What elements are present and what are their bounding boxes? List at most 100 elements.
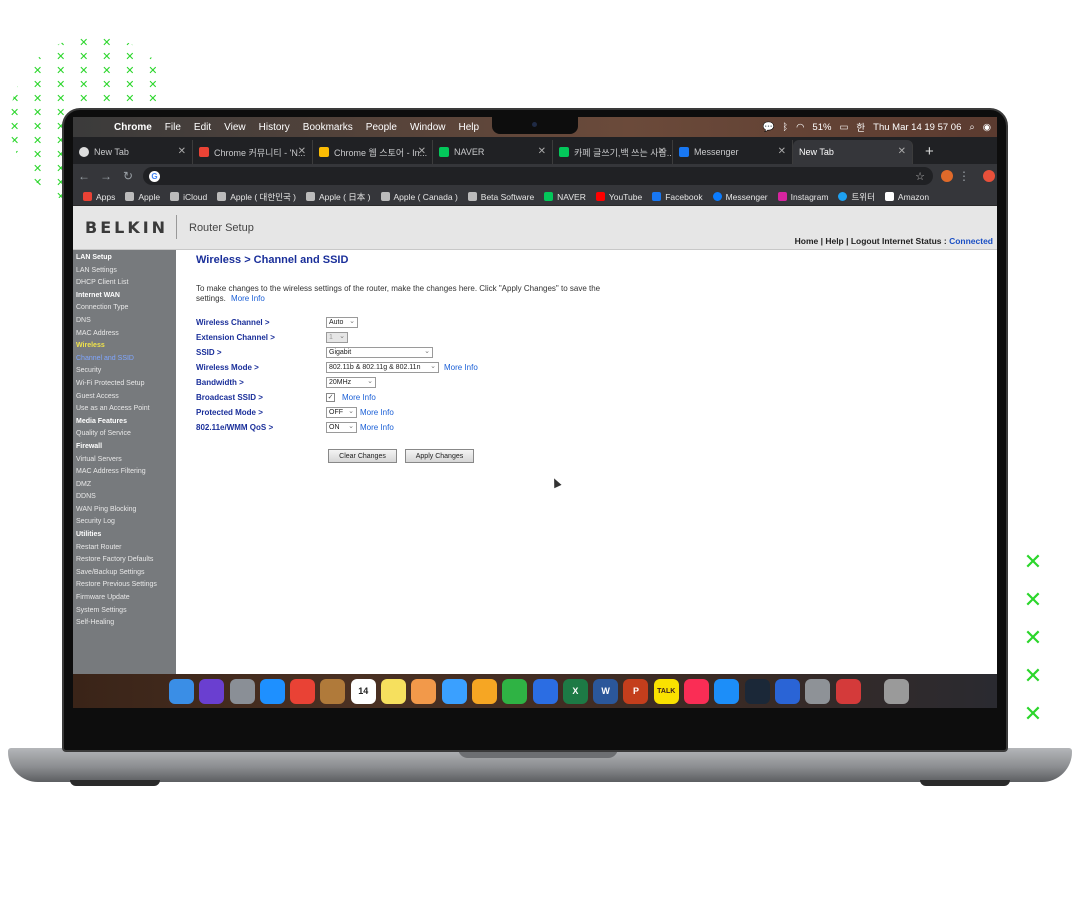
sidebar-item-utilities[interactable]: Utilities (73, 529, 176, 542)
sidebar-item-internet-wan[interactable]: Internet WAN (73, 290, 176, 303)
battery-icon[interactable]: ▭ (839, 122, 848, 133)
sidebar-item-dhcp-client-list[interactable]: DHCP Client List (73, 277, 176, 290)
sidebar-item-channel-and-ssid[interactable]: Channel and SSID (73, 353, 176, 366)
numbers-icon[interactable] (502, 678, 528, 704)
control-center-icon[interactable]: ◉ (983, 122, 991, 133)
menu-bookmarks[interactable]: Bookmarks (303, 122, 353, 133)
tab-chrome-web-store[interactable]: Chrome 웹 스토어 - In... ✕ (313, 140, 433, 164)
extension-icon[interactable] (941, 170, 953, 182)
parallels-icon[interactable] (835, 678, 861, 704)
sidebar-item-restart-router[interactable]: Restart Router (73, 542, 176, 555)
menu-file[interactable]: File (165, 122, 181, 133)
app-store-icon[interactable] (714, 678, 740, 704)
bookmark-star-icon[interactable]: ☆ (915, 170, 925, 183)
sidebar-item-mac-address-filtering[interactable]: MAC Address Filtering (73, 466, 176, 479)
bookmark-instagram[interactable]: Instagram (777, 192, 828, 202)
close-tab-icon[interactable]: ✕ (658, 146, 666, 157)
sidebar-item-save-backup-settings[interactable]: Save/Backup Settings (73, 567, 176, 580)
bookmark-youtube[interactable]: YouTube (595, 192, 642, 202)
close-tab-icon[interactable]: ✕ (538, 146, 546, 157)
sidebar-item-firmware-update[interactable]: Firmware Update (73, 592, 176, 605)
powerpoint-icon[interactable]: P (623, 678, 649, 704)
notes-icon[interactable] (381, 678, 407, 704)
menu-history[interactable]: History (259, 122, 290, 133)
sidebar-item-restore-previous-settings[interactable]: Restore Previous Settings (73, 579, 176, 592)
bookmark-twitter[interactable]: 트위터 (838, 191, 875, 203)
wireless-mode-select[interactable]: 802.11b & 802.11g & 802.11n ⌄ (326, 361, 439, 373)
steam-icon[interactable] (744, 678, 770, 704)
menu-window[interactable]: Window (410, 122, 446, 133)
system-preferences-icon[interactable] (805, 678, 831, 704)
sidebar-item-firewall[interactable]: Firewall (73, 441, 176, 454)
sidebar-item-lan-setup[interactable]: LAN Setup (73, 252, 176, 265)
sidebar-item-dmz[interactable]: DMZ (73, 479, 176, 492)
tab-new-tab-1[interactable]: New Tab ✕ (73, 140, 193, 164)
header-nav-links[interactable]: Home | Help | Logout Internet Status : (795, 236, 947, 246)
finder-icon[interactable] (169, 678, 194, 704)
kakaotalk-icon[interactable]: TALK (653, 678, 679, 704)
launchpad-icon[interactable] (229, 678, 255, 704)
sidebar-item-mac-address[interactable]: MAC Address (73, 328, 176, 341)
close-tab-icon[interactable]: ✕ (298, 146, 306, 157)
xcode-icon[interactable] (774, 678, 800, 704)
broadcast-ssid-more-info-link[interactable]: More Info (342, 393, 376, 402)
belkin-logo[interactable]: BELKIN (85, 218, 168, 237)
sidebar-item-virtual-servers[interactable]: Virtual Servers (73, 454, 176, 467)
messages-icon[interactable] (441, 678, 467, 704)
bandwidth-select[interactable]: 20MHz ⌄ (326, 376, 376, 388)
close-tab-icon[interactable]: ✕ (898, 146, 906, 157)
sidebar-item-wan-ping-blocking[interactable]: WAN Ping Blocking (73, 504, 176, 517)
extension-channel-select[interactable]: 1 ⌄ (326, 331, 348, 343)
menu-kebab-icon[interactable]: ⋮ (953, 169, 975, 183)
sidebar-item-self-healing[interactable]: Self-Healing (73, 617, 176, 630)
wireless-mode-more-info-link[interactable]: More Info (444, 363, 478, 372)
sidebar-item-lan-settings[interactable]: LAN Settings (73, 265, 176, 278)
menu-edit[interactable]: Edit (194, 122, 211, 133)
tab-naver[interactable]: NAVER ✕ (433, 140, 553, 164)
reload-icon[interactable]: ↻ (117, 169, 139, 183)
bookmark-facebook[interactable]: Facebook (652, 192, 703, 202)
sidebar-item-guest-access[interactable]: Guest Access (73, 391, 176, 404)
photos-icon[interactable] (411, 678, 437, 704)
safari-icon[interactable] (259, 678, 285, 704)
spotlight-search-icon[interactable]: ⌕ (969, 122, 974, 133)
sidebar-item-security-log[interactable]: Security Log (73, 516, 176, 529)
excel-icon[interactable]: X (562, 678, 588, 704)
tab-messenger[interactable]: Messenger ✕ (673, 140, 793, 164)
wifi-icon[interactable]: ◠ (796, 122, 804, 133)
close-tab-icon[interactable]: ✕ (418, 146, 426, 157)
forward-icon[interactable]: → (95, 169, 117, 183)
sidebar-item-security[interactable]: Security (73, 365, 176, 378)
tab-chrome-community[interactable]: Chrome 커뮤니티 - 'N... ✕ (193, 140, 313, 164)
new-tab-plus-icon[interactable]: + (925, 143, 934, 160)
tab-new-tab-active[interactable]: New Tab ✕ (793, 140, 913, 164)
siri-icon[interactable] (199, 678, 225, 704)
wmm-qos-more-info-link[interactable]: More Info (360, 423, 394, 432)
word-icon[interactable]: W (593, 678, 619, 704)
sidebar-item-connection-type[interactable]: Connection Type (73, 302, 176, 315)
profile-extension-icon[interactable] (983, 170, 995, 182)
keynote-icon[interactable] (532, 678, 558, 704)
wmm-qos-select[interactable]: ON ⌄ (326, 421, 357, 433)
bookmark-apple[interactable]: Apple (125, 192, 160, 202)
bookmark-beta-software[interactable]: Beta Software (467, 192, 534, 202)
sidebar-item-wi-fi-protected-setup[interactable]: Wi-Fi Protected Setup (73, 378, 176, 391)
chat-bubble-icon[interactable]: 💬 (763, 122, 775, 133)
notebook-icon[interactable] (320, 678, 346, 704)
input-source-icon[interactable]: 한 (856, 120, 865, 134)
ssid-input[interactable]: Gigabit ⌄ (326, 346, 433, 358)
pages-icon[interactable] (471, 678, 497, 704)
clear-changes-button[interactable]: Clear Changes (328, 449, 397, 463)
sidebar-item-use-as-an-access-point[interactable]: Use as an Access Point (73, 403, 176, 416)
bookmark-apple-canada[interactable]: Apple ( Canada ) (380, 192, 458, 202)
chrome-icon[interactable] (290, 678, 316, 704)
clock[interactable]: Thu Mar 14 19 57 06 (873, 122, 961, 133)
intro-more-info-link[interactable]: More Info (231, 294, 265, 303)
bookmark-apple-japan[interactable]: Apple ( 日本 ) (306, 191, 371, 203)
close-tab-icon[interactable]: ✕ (178, 146, 186, 157)
wireless-channel-select[interactable]: Auto ⌄ (326, 316, 358, 328)
back-icon[interactable]: ← (73, 169, 95, 183)
bookmark-messenger[interactable]: Messenger (712, 192, 768, 202)
sidebar-item-dns[interactable]: DNS (73, 315, 176, 328)
bookmark-apple-korea[interactable]: Apple ( 대한민국 ) (217, 191, 296, 203)
